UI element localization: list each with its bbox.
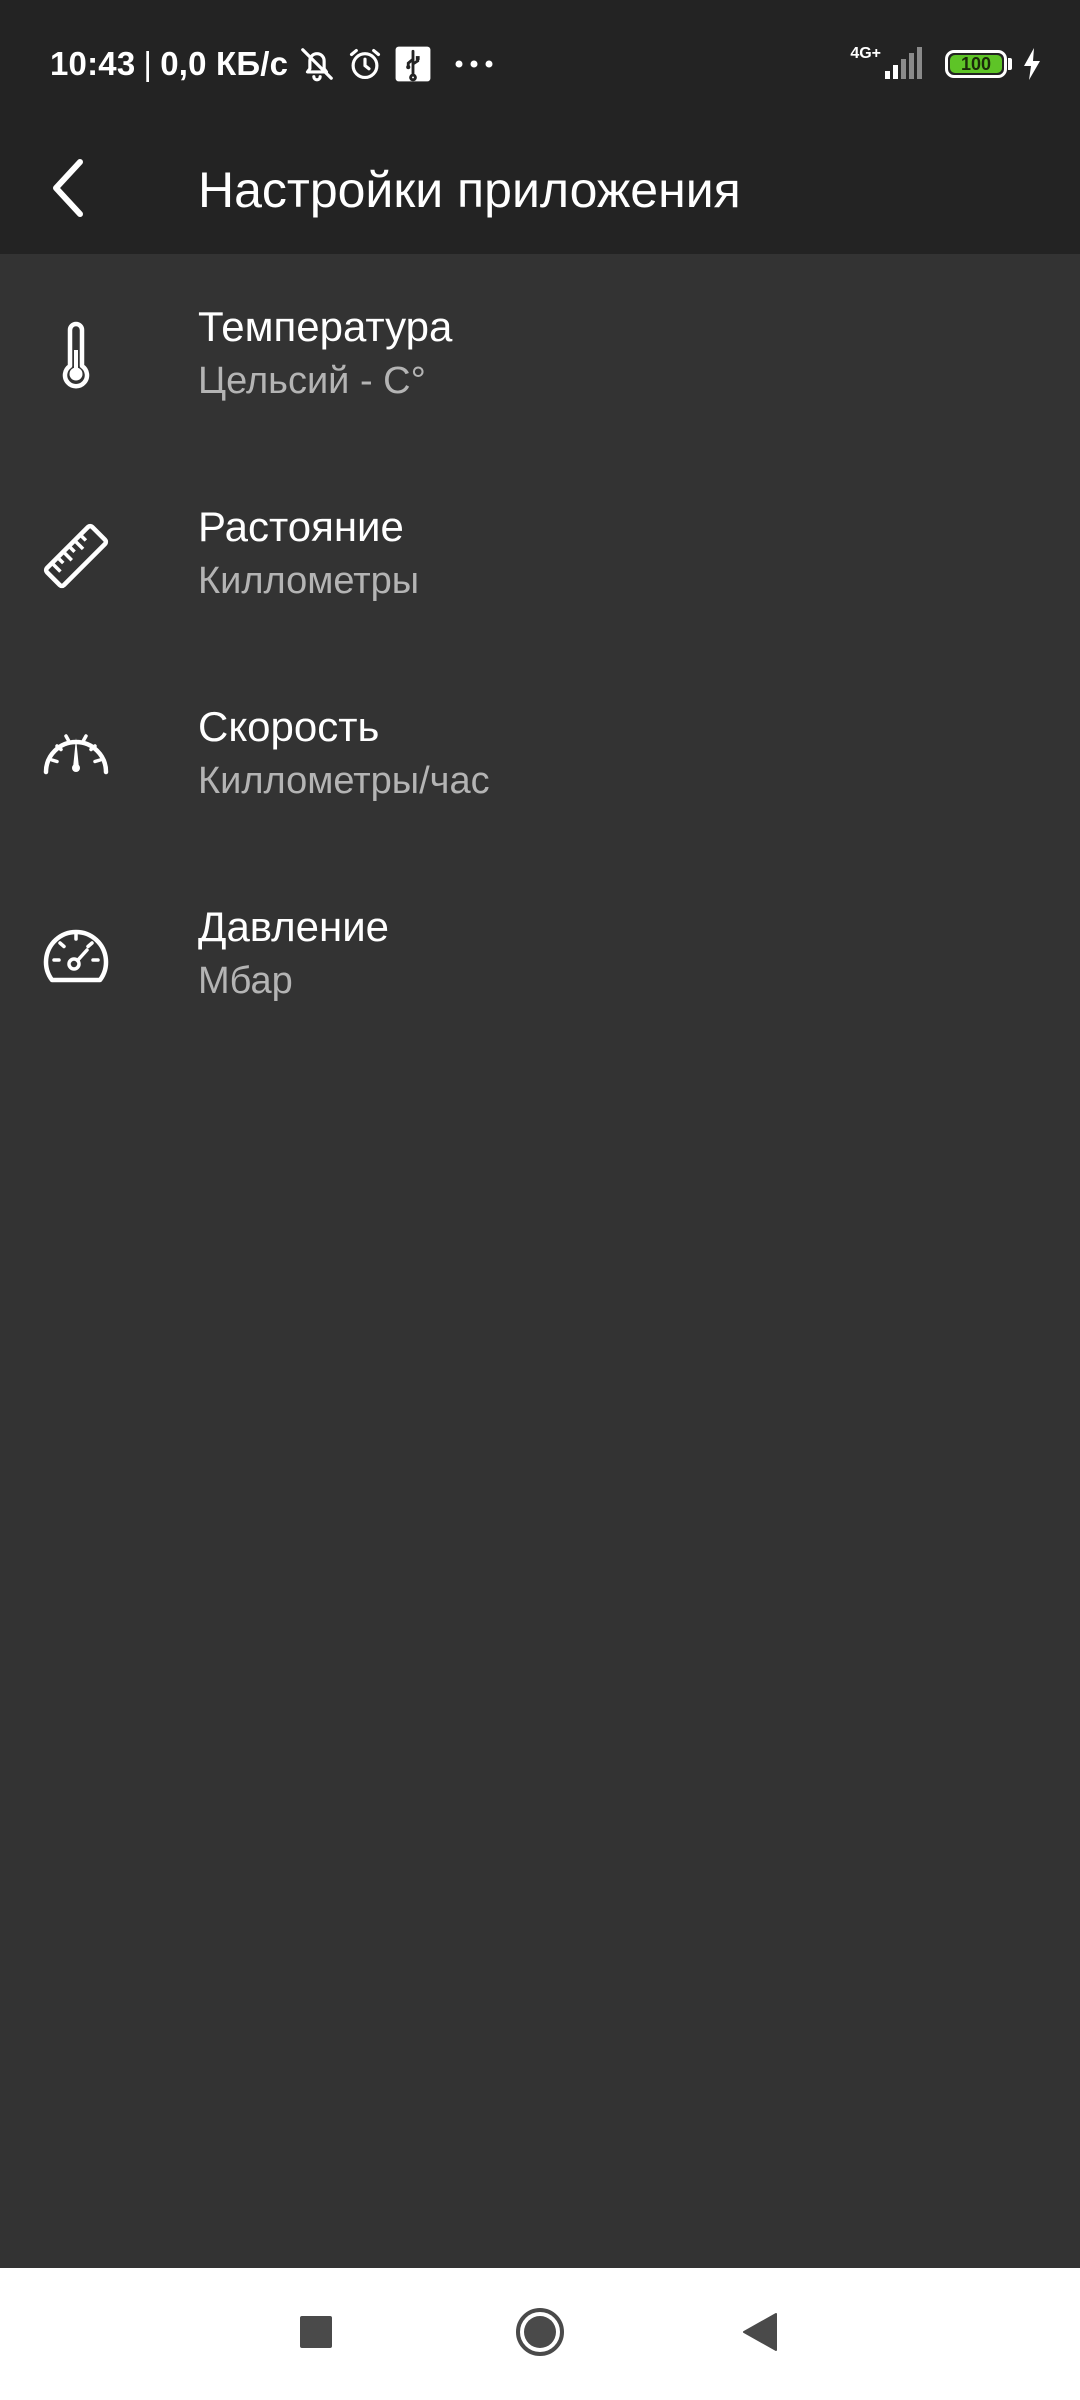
setting-value-speed: Киллометры/час	[198, 760, 490, 802]
status-left: 10:43 | 0,0 КБ/с	[50, 40, 494, 88]
setting-item-distance[interactable]: Растояние Киллометры	[0, 454, 1080, 654]
setting-value-temperature: Цельсий - С°	[198, 360, 426, 402]
home-circle-icon	[514, 2306, 566, 2363]
signal-icon	[883, 47, 927, 81]
setting-value-pressure: Мбар	[198, 960, 293, 1002]
app-screen: 10:43 | 0,0 КБ/с 4G+ 100 Настройки прило…	[0, 0, 1080, 2400]
status-bar: 10:43 | 0,0 КБ/с 4G+ 100	[0, 0, 1080, 126]
pressure-gauge-icon	[40, 920, 112, 992]
recents-button[interactable]	[276, 2294, 356, 2374]
battery-level: 100	[960, 53, 992, 74]
usb-icon	[394, 45, 432, 83]
home-button[interactable]	[500, 2294, 580, 2374]
status-right: 4G+ 100	[850, 40, 1042, 88]
setting-item-speed[interactable]: Скорость Киллометры/час	[0, 654, 1080, 854]
network-speed: 0,0 КБ/с	[160, 45, 289, 82]
alarm-icon	[346, 45, 384, 83]
chevron-left-icon	[46, 156, 90, 225]
ruler-icon	[40, 520, 112, 592]
muted-notifications-icon	[298, 45, 336, 83]
app-toolbar: Настройки приложения	[0, 126, 1080, 254]
settings-list: Температура Цельсий - С° Растояние Килло…	[0, 254, 1080, 1054]
thermometer-icon	[40, 320, 112, 392]
setting-title-temperature: Температура	[198, 303, 453, 350]
speedometer-icon	[40, 720, 112, 792]
setting-item-temperature[interactable]: Температура Цельсий - С°	[0, 254, 1080, 454]
page-title: Настройки приложения	[198, 162, 741, 218]
setting-title-speed: Скорость	[198, 703, 380, 750]
back-button[interactable]	[26, 148, 110, 232]
system-back-button[interactable]	[720, 2294, 800, 2374]
charging-icon	[1022, 48, 1042, 80]
setting-item-pressure[interactable]: Давление Мбар	[0, 854, 1080, 1054]
setting-title-distance: Растояние	[198, 503, 404, 550]
back-triangle-icon	[740, 2312, 780, 2357]
more-dots-icon	[454, 59, 494, 69]
battery-tip	[1008, 58, 1012, 70]
network-type: 4G+	[850, 45, 881, 62]
status-time: 10:43	[50, 45, 136, 82]
recents-square-icon	[298, 2314, 334, 2355]
status-separator: |	[143, 45, 153, 82]
battery-icon: 100	[945, 50, 1007, 78]
setting-title-pressure: Давление	[198, 903, 390, 950]
system-nav-bar	[0, 2268, 1080, 2400]
setting-value-distance: Киллометры	[198, 560, 420, 602]
